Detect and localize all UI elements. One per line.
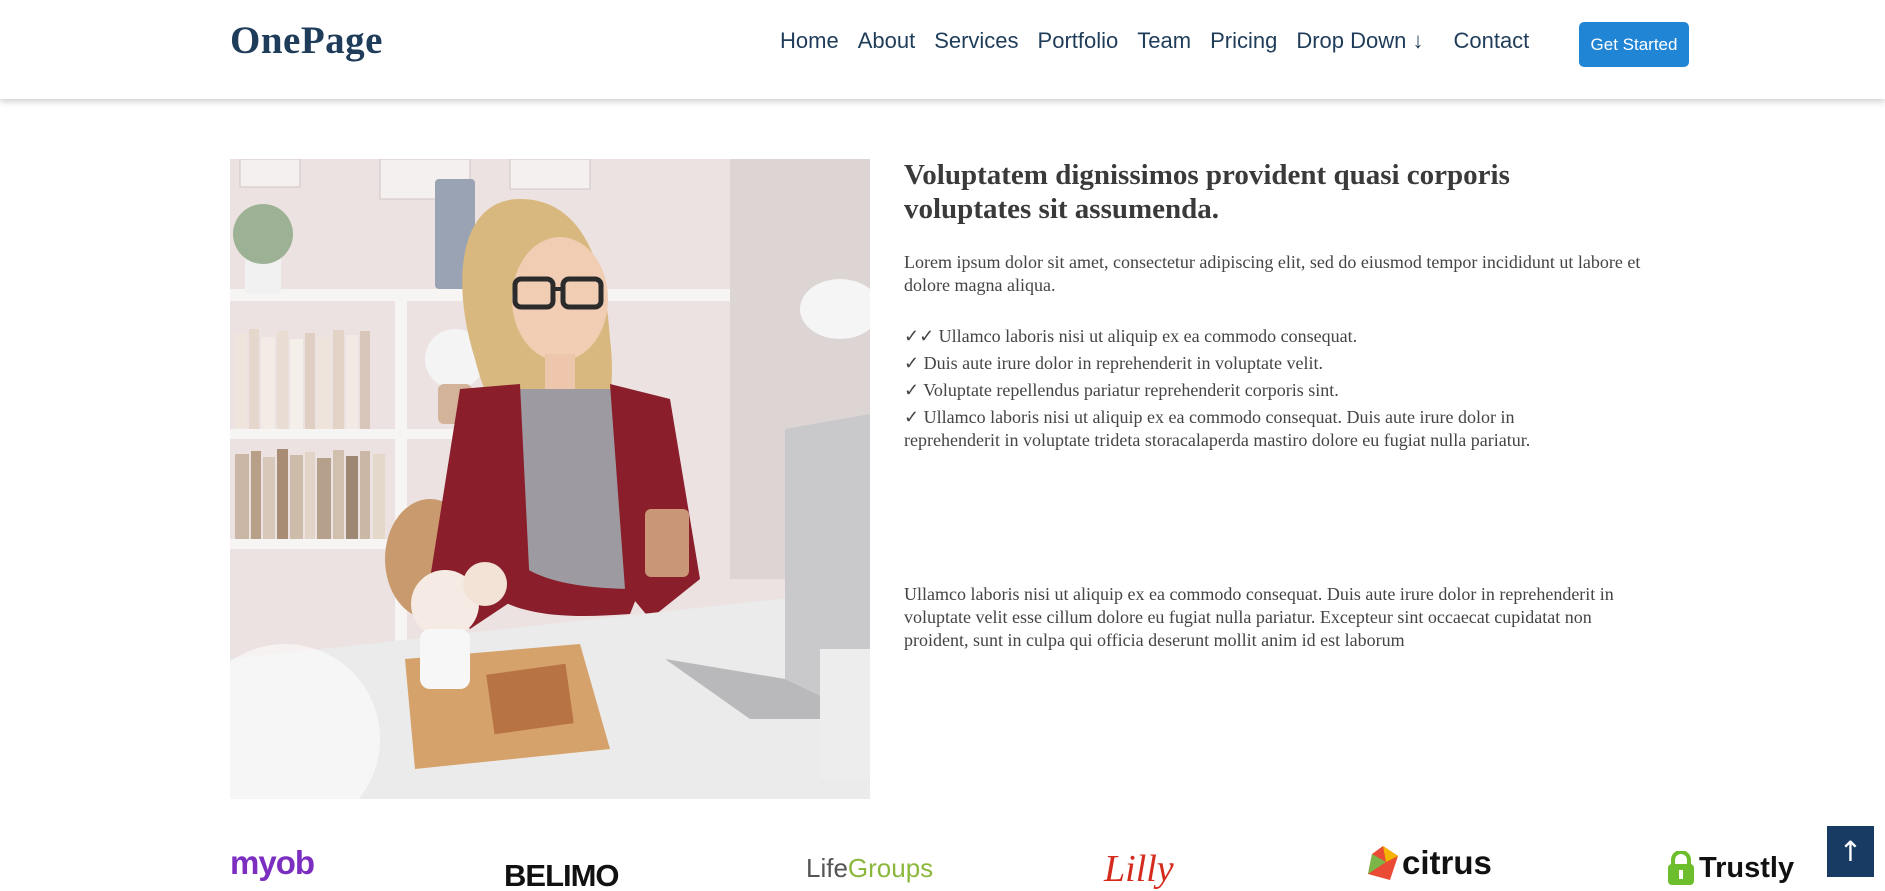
nav-home[interactable]: Home: [780, 28, 839, 54]
site-header: OnePage Home About Services Portfolio Te…: [0, 0, 1885, 99]
nav-services[interactable]: Services: [934, 28, 1018, 54]
woman-at-desk-illustration: [230, 159, 870, 799]
citrus-wordmark: citrus: [1402, 843, 1492, 881]
nav-team[interactable]: Team: [1137, 28, 1191, 54]
nav-about[interactable]: About: [858, 28, 916, 54]
list-item: ✓ Voluptate repellendus pariatur reprehe…: [904, 380, 1339, 400]
list-item: ✓ Duis aute irure dolor in reprehenderit…: [904, 353, 1323, 373]
client-logo-belimo: BELIMO: [504, 845, 620, 891]
clients-strip: myob BELIMO Life Groups Lilly citrus Trus…: [0, 830, 1885, 891]
client-logo-citrus: citrus: [1368, 832, 1492, 891]
arrow-up-icon: ↑: [1838, 835, 1863, 868]
lifegroups-wordmark-groups: Groups: [847, 853, 934, 883]
nav-pricing[interactable]: Pricing: [1210, 28, 1277, 54]
about-outro: Ullamco laboris nisi ut aliquip ex ea co…: [904, 584, 1614, 650]
client-logo-lifegroups: Life Groups: [806, 838, 933, 891]
trustly-wordmark: Trustly: [1699, 852, 1795, 884]
about-title: Voluptatem dignissimos provident quasi c…: [904, 159, 1510, 225]
client-logo-lilly: Lilly: [1104, 847, 1174, 890]
lifegroups-wordmark-life: Life: [806, 853, 848, 883]
list-item: ✓✓ Ullamco laboris nisi ut aliquip ex ea…: [904, 326, 1358, 346]
site-logo[interactable]: OnePage: [230, 18, 383, 63]
about-intro: Lorem ipsum dolor sit amet, consectetur …: [904, 252, 1641, 295]
list-item: ✓ Ullamco laboris nisi ut aliquip ex ea …: [904, 407, 1531, 450]
back-to-top-button[interactable]: ↑: [1827, 826, 1874, 877]
nav-contact[interactable]: Contact: [1453, 28, 1529, 54]
nav-dropdown[interactable]: Drop Down ↓: [1296, 28, 1423, 54]
trustly-lock-icon: [1668, 850, 1694, 885]
client-logo-trustly: Trustly: [1666, 838, 1794, 891]
get-started-button[interactable]: Get Started: [1579, 22, 1689, 67]
client-logo-myob: myob: [230, 843, 315, 881]
about-photo: [230, 159, 870, 799]
belimo-wordmark: BELIMO: [504, 857, 620, 891]
about-checklist: ✓✓ Ullamco laboris nisi ut aliquip ex ea…: [904, 325, 1604, 452]
nav-portfolio[interactable]: Portfolio: [1038, 28, 1119, 54]
about-content: Voluptatem dignissimos provident quasi c…: [904, 158, 1664, 650]
citrus-mark-icon: [1368, 845, 1398, 880]
main-nav: Home About Services Portfolio Team Prici…: [780, 28, 1548, 54]
